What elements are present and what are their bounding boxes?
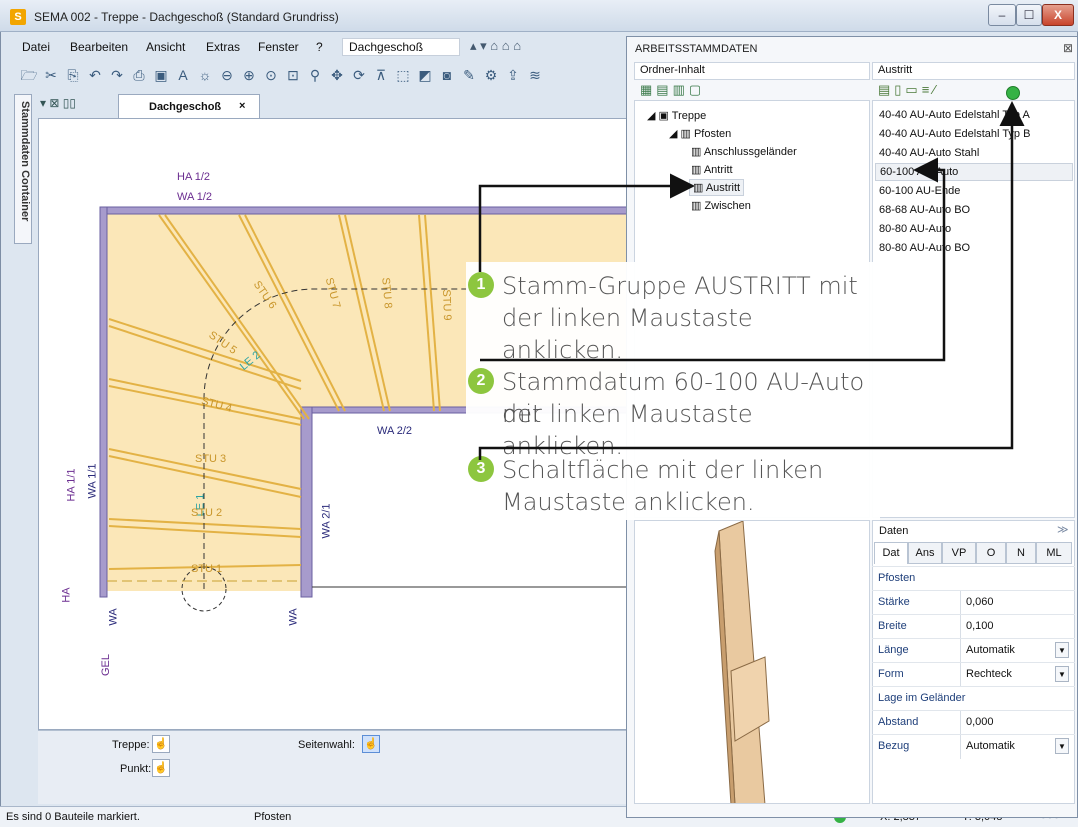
callout-arrows [478, 101, 1025, 460]
